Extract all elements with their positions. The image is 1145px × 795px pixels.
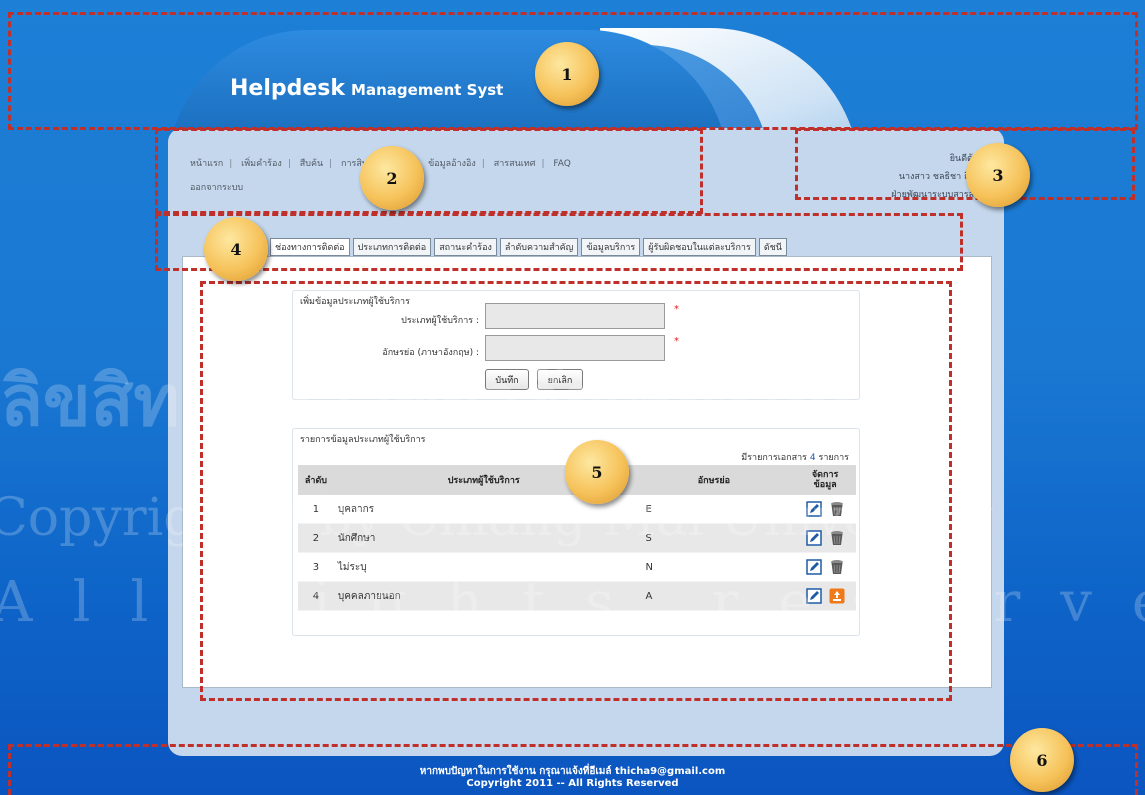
badge-6: 6 [1010,728,1074,792]
region-6-footer [8,744,1138,795]
badge-2: 2 [360,146,424,210]
region-2-nav [155,128,703,214]
badge-4: 4 [204,217,268,281]
region-3-user [795,128,1135,200]
badge-3: 3 [966,143,1030,207]
badge-5: 5 [565,440,629,504]
region-4-tabs [155,213,963,271]
badge-1: 1 [535,42,599,106]
